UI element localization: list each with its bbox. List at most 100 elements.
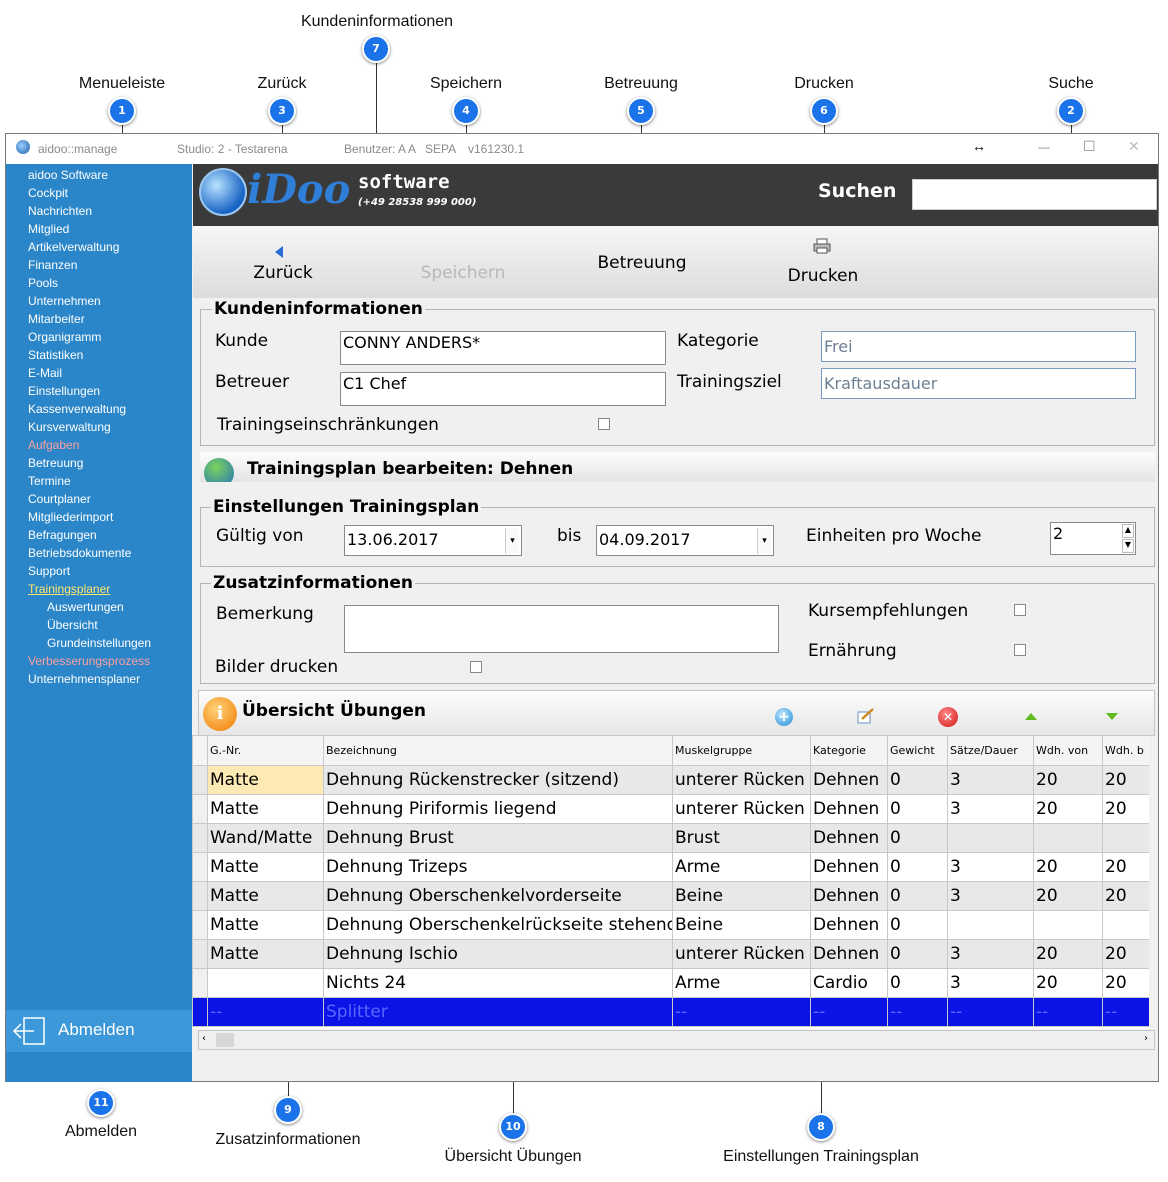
table-cell[interactable]: 20 (1033, 968, 1103, 998)
table-cell[interactable]: 20 (1102, 881, 1149, 911)
table-cell[interactable]: Dehnung Oberschenkelvorderseite (323, 881, 673, 911)
table-cell[interactable]: 20 (1033, 939, 1103, 969)
bilder-drucken-checkbox[interactable] (470, 661, 482, 673)
save-button[interactable]: Speichern (421, 263, 506, 283)
sidebar-item-mitglied[interactable]: Mitglied (28, 222, 69, 236)
table-cell[interactable]: 20 (1102, 765, 1149, 795)
sidebar-item-courtplaner[interactable]: Courtplaner (28, 492, 91, 506)
table-row[interactable]: Nichts 24 Arme Cardio 0 3 20 20 (192, 968, 1149, 998)
sidebar-item-grundeinstellungen[interactable]: Grundeinstellungen (47, 636, 151, 650)
gueltig-von-select[interactable]: 13.06.2017 ▾ (344, 525, 522, 556)
table-cell[interactable]: 0 (887, 852, 948, 882)
row-selector[interactable] (192, 765, 208, 795)
maximize-icon[interactable]: ☐ (1083, 138, 1096, 155)
table-cell[interactable]: Dehnung Brust (323, 823, 673, 853)
table-cell[interactable] (947, 910, 1034, 940)
sidebar-item-e-mail[interactable]: E-Mail (28, 366, 62, 380)
table-cell[interactable]: Nichts 24 (323, 968, 673, 998)
table-cell[interactable]: Brust (672, 823, 811, 853)
table-cell[interactable] (1102, 910, 1149, 940)
sidebar-item-mitgliederimport[interactable]: Mitgliederimport (28, 510, 113, 524)
chevron-down-icon[interactable]: ▾ (757, 528, 771, 554)
table-cell[interactable]: Matte (207, 765, 324, 795)
table-cell[interactable] (1033, 910, 1103, 940)
back-button[interactable]: Zurück (253, 263, 312, 283)
table-cell[interactable] (1033, 823, 1103, 853)
trainingsziel-field[interactable]: Kraftausdauer (821, 368, 1136, 399)
table-cell[interactable]: Dehnen (810, 881, 888, 911)
table-cell[interactable] (947, 823, 1034, 853)
table-cell[interactable]: 0 (887, 910, 948, 940)
chevron-down-icon[interactable]: ▾ (505, 528, 519, 554)
table-cell[interactable]: Dehnen (810, 910, 888, 940)
column-header[interactable]: Bezeichnung (323, 735, 673, 766)
table-cell[interactable]: 0 (887, 794, 948, 824)
stepper-down-icon[interactable]: ▼ (1122, 539, 1134, 553)
table-cell[interactable]: 3 (947, 852, 1034, 882)
table-cell[interactable]: -- (810, 997, 888, 1027)
scroll-thumb[interactable] (216, 1033, 234, 1047)
table-cell[interactable]: Dehnung Ischio (323, 939, 673, 969)
sidebar-item-mitarbeiter[interactable]: Mitarbeiter (28, 312, 85, 326)
table-cell[interactable]: unterer Rücken (672, 939, 811, 969)
sidebar-item-nachrichten[interactable]: Nachrichten (28, 204, 92, 218)
betreuer-field[interactable]: C1 Chef (340, 372, 666, 406)
row-selector[interactable] (192, 881, 208, 911)
table-cell[interactable]: 0 (887, 823, 948, 853)
table-cell[interactable]: Matte (207, 910, 324, 940)
stepper-up-icon[interactable]: ▲ (1122, 524, 1134, 538)
sidebar-item-unternehmensplaner[interactable]: Unternehmensplaner (28, 672, 140, 686)
einheiten-stepper[interactable]: 2 ▲ ▼ (1050, 522, 1136, 555)
row-selector[interactable] (192, 939, 208, 969)
table-row[interactable]: Wand/Matte Dehnung Brust Brust Dehnen 0 (192, 823, 1149, 853)
sidebar-item-kursverwaltung[interactable]: Kursverwaltung (28, 420, 111, 434)
sidebar-item-finanzen[interactable]: Finanzen (28, 258, 77, 272)
print-button[interactable]: Drucken (788, 266, 859, 286)
table-cell[interactable]: 0 (887, 765, 948, 795)
minimize-icon[interactable]: — (1038, 140, 1050, 154)
close-icon[interactable]: ✕ (1128, 138, 1140, 155)
table-cell[interactable]: 20 (1033, 794, 1103, 824)
table-cell[interactable]: -- (1033, 997, 1103, 1027)
sidebar-item-trainingsplaner[interactable]: Trainingsplaner (28, 582, 110, 596)
table-cell[interactable]: 20 (1033, 765, 1103, 795)
column-header[interactable]: G.-Nr. (207, 735, 324, 766)
table-cell[interactable]: Dehnen (810, 852, 888, 882)
sidebar-item-organigramm[interactable]: Organigramm (28, 330, 101, 344)
column-header[interactable]: Muskelgruppe (672, 735, 811, 766)
row-selector[interactable] (192, 910, 208, 940)
table-cell[interactable]: Wand/Matte (207, 823, 324, 853)
sidebar-item-übersicht[interactable]: Übersicht (47, 618, 98, 632)
logout-button[interactable]: Abmelden (6, 1010, 192, 1052)
table-cell[interactable]: Cardio (810, 968, 888, 998)
table-cell[interactable]: 3 (947, 968, 1034, 998)
table-cell[interactable]: 20 (1102, 968, 1149, 998)
table-row[interactable]: Matte Dehnung Rückenstrecker (sitzend) unt… (192, 765, 1149, 795)
column-header[interactable]: Wdh. von (1033, 735, 1103, 766)
table-row[interactable]: Matte Dehnung Ischio unterer Rücken Dehnen 0… (192, 939, 1149, 969)
sidebar-item-kassenverwaltung[interactable]: Kassenverwaltung (28, 402, 126, 416)
sidebar-item-support[interactable]: Support (28, 564, 70, 578)
table-cell[interactable]: Arme (672, 852, 811, 882)
table-cell[interactable]: 20 (1033, 881, 1103, 911)
kunde-field[interactable]: CONNY ANDERS* (340, 331, 666, 365)
table-cell[interactable]: Dehnung Rückenstrecker (sitzend) (323, 765, 673, 795)
row-selector[interactable] (192, 997, 208, 1027)
row-selector[interactable] (192, 823, 208, 853)
table-cell[interactable]: Dehnung Oberschenkelrückseite stehend (323, 910, 673, 940)
table-cell[interactable]: -- (207, 997, 324, 1027)
table-cell[interactable] (1102, 823, 1149, 853)
delete-icon[interactable]: ✕ (938, 707, 958, 727)
sidebar-item-artikelverwaltung[interactable]: Artikelverwaltung (28, 240, 119, 254)
table-row[interactable]: Matte Dehnung Piriformis liegend unterer R… (192, 794, 1149, 824)
table-cell[interactable]: unterer Rücken (672, 765, 811, 795)
table-row[interactable]: Matte Dehnung Oberschenkelrückseite stehe… (192, 910, 1149, 940)
table-cell[interactable]: Dehnen (810, 765, 888, 795)
einschraenkungen-checkbox[interactable] (598, 418, 610, 430)
table-cell[interactable] (207, 968, 324, 998)
table-cell[interactable]: 20 (1033, 852, 1103, 882)
table-cell[interactable]: 0 (887, 939, 948, 969)
sidebar-item-cockpit[interactable]: Cockpit (28, 186, 68, 200)
table-cell[interactable]: 0 (887, 968, 948, 998)
sidebar-item-verbesserungsprozess[interactable]: Verbesserungsprozess (28, 654, 150, 668)
